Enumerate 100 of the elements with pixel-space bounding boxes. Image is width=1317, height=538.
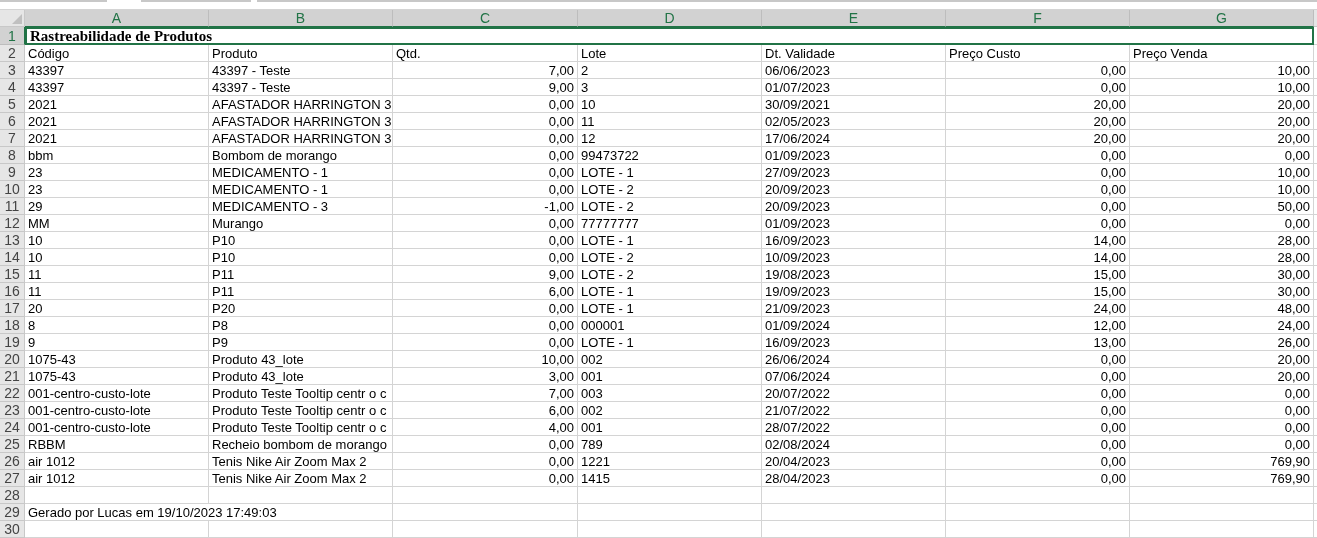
table-cell: 27/09/2023 xyxy=(762,164,946,181)
table-cell: 001-centro-custo-lote xyxy=(25,402,209,419)
row-header[interactable]: 26 xyxy=(0,453,25,470)
table-cell: P11 xyxy=(209,283,393,300)
row-header[interactable]: 7 xyxy=(0,130,25,147)
row-header[interactable]: 28 xyxy=(0,487,25,504)
table-cell: 3 xyxy=(578,79,762,96)
row-header[interactable]: 25 xyxy=(0,436,25,453)
row-header[interactable]: 11 xyxy=(0,198,25,215)
table-cell: 0,00 xyxy=(946,385,1130,402)
table-cell: 003 xyxy=(578,385,762,402)
column-heading: Código xyxy=(25,45,209,62)
row-header[interactable]: 8 xyxy=(0,147,25,164)
row-header[interactable]: 13 xyxy=(0,232,25,249)
table-cell: AFASTADOR HARRINGTON 3 xyxy=(209,130,393,147)
table-cell: 0,00 xyxy=(393,334,578,351)
row-header[interactable]: 15 xyxy=(0,266,25,283)
table-cell: 20,00 xyxy=(1130,96,1314,113)
table-cell: 26/06/2024 xyxy=(762,351,946,368)
table-cell: 21/07/2022 xyxy=(762,402,946,419)
table-cell: -1,00 xyxy=(393,198,578,215)
table-cell: Produto Teste Tooltip centr o c xyxy=(209,402,393,419)
row-header[interactable]: 29 xyxy=(0,504,25,521)
table-cell: MM xyxy=(25,215,209,232)
row-header[interactable]: 14 xyxy=(0,249,25,266)
row-header[interactable]: 12 xyxy=(0,215,25,232)
column-header[interactable]: D xyxy=(578,10,762,27)
table-cell: 28/07/2022 xyxy=(762,419,946,436)
row-header[interactable]: 4 xyxy=(0,79,25,96)
table-cell: Bombom de morango xyxy=(209,147,393,164)
table-cell: 0,00 xyxy=(1130,385,1314,402)
table-cell: 26,00 xyxy=(1130,334,1314,351)
table-cell: P10 xyxy=(209,249,393,266)
column-header[interactable]: C xyxy=(393,10,578,27)
table-cell: 28,00 xyxy=(1130,249,1314,266)
table-cell: 0,00 xyxy=(393,249,578,266)
table-cell: 2021 xyxy=(25,130,209,147)
row-header[interactable]: 3 xyxy=(0,62,25,79)
table-cell: 07/06/2024 xyxy=(762,368,946,385)
table-cell: 0,00 xyxy=(946,79,1130,96)
row-header[interactable]: 19 xyxy=(0,334,25,351)
column-header[interactable]: A xyxy=(25,10,209,27)
row-header[interactable]: 1 xyxy=(0,27,25,45)
table-cell: 0,00 xyxy=(393,232,578,249)
table-cell: 10,00 xyxy=(1130,62,1314,79)
table-cell: 0,00 xyxy=(393,317,578,334)
column-header[interactable]: G xyxy=(1130,10,1314,27)
row-header[interactable]: 20 xyxy=(0,351,25,368)
row-header[interactable]: 6 xyxy=(0,113,25,130)
table-cell: 0,00 xyxy=(946,402,1130,419)
table-cell: LOTE - 2 xyxy=(578,266,762,283)
row-header[interactable]: 10 xyxy=(0,181,25,198)
row-header[interactable]: 5 xyxy=(0,96,25,113)
table-cell: 12 xyxy=(578,130,762,147)
row-header[interactable]: 17 xyxy=(0,300,25,317)
table-cell: 20/09/2023 xyxy=(762,198,946,215)
table-cell: 0,00 xyxy=(393,470,578,487)
table-cell: 0,00 xyxy=(1130,402,1314,419)
column-header[interactable]: F xyxy=(946,10,1130,27)
table-cell: 6,00 xyxy=(393,402,578,419)
row-header[interactable]: 30 xyxy=(0,521,25,538)
table-cell: 001 xyxy=(578,368,762,385)
table-cell: 001 xyxy=(578,419,762,436)
table-cell: 10,00 xyxy=(1130,181,1314,198)
row-header[interactable]: 18 xyxy=(0,317,25,334)
table-cell: Recheio bombom de morango xyxy=(209,436,393,453)
row-header[interactable]: 23 xyxy=(0,402,25,419)
table-cell: 0,00 xyxy=(393,181,578,198)
table-cell: 0,00 xyxy=(393,453,578,470)
table-cell: 002 xyxy=(578,351,762,368)
column-header[interactable]: B xyxy=(209,10,393,27)
row-header[interactable]: 21 xyxy=(0,368,25,385)
table-cell: 0,00 xyxy=(393,147,578,164)
table-cell: 15,00 xyxy=(946,283,1130,300)
table-cell: 1075-43 xyxy=(25,351,209,368)
column-heading: Qtd. xyxy=(393,45,578,62)
table-cell: AFASTADOR HARRINGTON 3 xyxy=(209,113,393,130)
row-header[interactable]: 9 xyxy=(0,164,25,181)
table-cell: 43397 - Teste xyxy=(209,62,393,79)
table-cell: 2021 xyxy=(25,96,209,113)
table-cell: 16/09/2023 xyxy=(762,334,946,351)
column-header[interactable]: E xyxy=(762,10,946,27)
table-cell: MEDICAMENTO - 1 xyxy=(209,181,393,198)
table-cell: 12,00 xyxy=(946,317,1130,334)
table-cell: 01/09/2023 xyxy=(762,147,946,164)
table-cell: 16/09/2023 xyxy=(762,232,946,249)
row-header[interactable]: 2 xyxy=(0,45,25,62)
row-header[interactable]: 16 xyxy=(0,283,25,300)
row-header[interactable]: 27 xyxy=(0,470,25,487)
row-header[interactable]: 22 xyxy=(0,385,25,402)
table-cell: 20,00 xyxy=(1130,351,1314,368)
select-all-corner[interactable] xyxy=(0,10,25,27)
table-cell: 13,00 xyxy=(946,334,1130,351)
table-cell: Tenis Nike Air Zoom Max 2 xyxy=(209,470,393,487)
row-header[interactable]: 24 xyxy=(0,419,25,436)
table-cell: 01/09/2023 xyxy=(762,215,946,232)
column-heading: Preço Venda xyxy=(1130,45,1314,62)
table-cell: 20 xyxy=(25,300,209,317)
table-cell: 11 xyxy=(578,113,762,130)
table-cell: 0,00 xyxy=(946,470,1130,487)
